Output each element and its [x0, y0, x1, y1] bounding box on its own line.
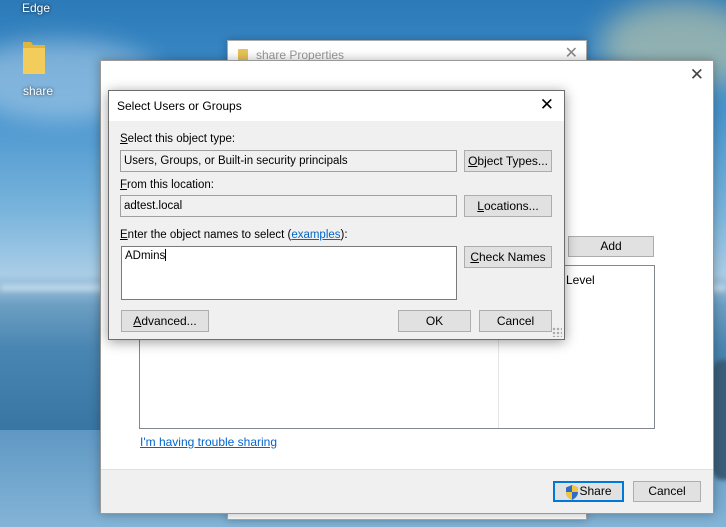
location-field[interactable]: adtest.local — [120, 195, 457, 217]
title-bar: Select Users or Groups ✕ — [109, 91, 564, 121]
uac-shield-icon — [566, 485, 578, 500]
close-icon[interactable]: ✕ — [540, 95, 554, 115]
dialog-footer: Share Cancel — [101, 469, 713, 513]
object-names-label: Enter the object names to select (exampl… — [120, 229, 348, 241]
object-type-field[interactable]: Users, Groups, or Built-in security prin… — [120, 150, 457, 172]
folder-icon[interactable] — [21, 38, 47, 76]
object-types-button[interactable]: Object Types... — [464, 150, 552, 172]
dialog-title: Select Users or Groups — [117, 99, 242, 113]
share-button[interactable]: Share — [553, 481, 624, 502]
location-label: From this location: — [120, 179, 214, 191]
object-names-input[interactable]: ADmins — [121, 246, 457, 300]
select-users-dialog: Select Users or Groups ✕ Select this obj… — [108, 90, 565, 340]
trouble-sharing-link[interactable]: I'm having trouble sharing — [140, 435, 277, 449]
share-button-label: Share — [579, 484, 612, 498]
advanced-button[interactable]: Advanced... — [121, 310, 209, 332]
resize-grip[interactable] — [552, 327, 562, 337]
desktop-edge-label[interactable]: Edge — [22, 1, 50, 15]
add-button[interactable]: Add — [568, 236, 654, 257]
examples-link[interactable]: examples — [291, 229, 340, 241]
check-names-button[interactable]: Check Names — [464, 246, 552, 268]
cancel-button[interactable]: Cancel — [479, 310, 552, 332]
permission-level-header[interactable]: Level — [566, 273, 595, 287]
object-type-label: Select this object type: — [120, 133, 236, 145]
close-icon[interactable]: ✕ — [690, 65, 704, 85]
ok-button[interactable]: OK — [398, 310, 471, 332]
desktop-folder-label[interactable]: share — [23, 84, 53, 98]
cancel-button[interactable]: Cancel — [633, 481, 701, 502]
locations-button[interactable]: Locations... — [464, 195, 552, 217]
